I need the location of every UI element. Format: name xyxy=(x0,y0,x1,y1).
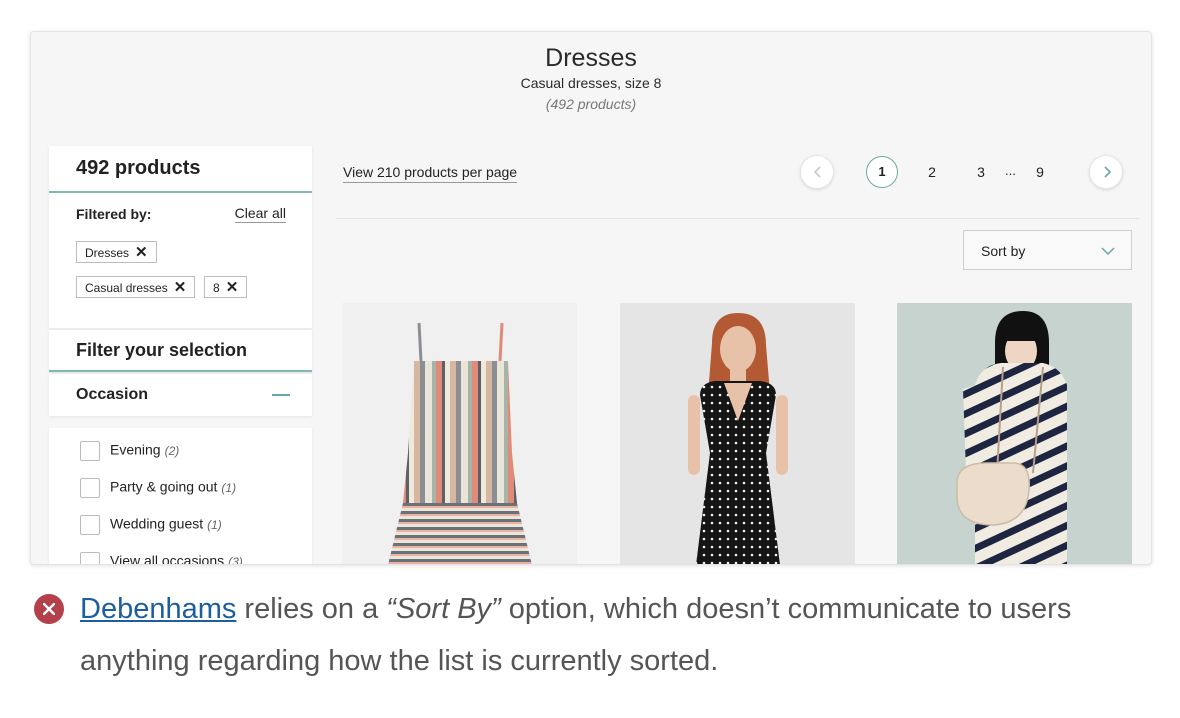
caption-text-1: relies on a xyxy=(236,593,387,625)
occasion-accordion-header[interactable]: Occasion xyxy=(49,374,312,416)
option-evening[interactable]: Evening (2) xyxy=(80,441,179,461)
page-1-current[interactable]: 1 xyxy=(866,156,898,188)
filtered-by-label: Filtered by: xyxy=(76,206,152,222)
product-card-1[interactable] xyxy=(342,303,577,564)
toolbar-divider xyxy=(336,218,1139,219)
filter-selection-title: Filter your selection xyxy=(76,340,248,360)
product-count-header: (492 products) xyxy=(545,96,637,112)
screenshot-frame: Dresses Casual dresses, size 8 (492 prod… xyxy=(30,31,1152,565)
page-3-link[interactable]: 3 xyxy=(971,164,991,180)
divider xyxy=(49,191,312,193)
striped-shirt-dress-image xyxy=(956,311,1067,564)
products-count: 492 products xyxy=(76,157,201,179)
caption: Debenhams relies on a “Sort By” option, … xyxy=(80,583,1140,687)
products-per-page-link[interactable]: View 210 products per page xyxy=(343,164,518,183)
checkbox[interactable] xyxy=(80,478,100,498)
occasion-title: Occasion xyxy=(76,386,149,403)
filter-chip-casual-dresses[interactable]: Casual dresses ✕ xyxy=(76,276,196,298)
checkbox[interactable] xyxy=(80,552,100,564)
chevron-down-icon xyxy=(1101,247,1115,256)
option-label: Wedding guest xyxy=(110,515,204,532)
page-title: Dresses xyxy=(545,44,637,72)
product-card-3[interactable] xyxy=(897,303,1132,564)
filter-chip-dresses[interactable]: Dresses ✕ xyxy=(76,241,157,263)
debenhams-link[interactable]: Debenhams xyxy=(80,593,236,625)
collapse-minus-icon[interactable] xyxy=(272,394,290,396)
caption-quote: “Sort By” xyxy=(386,593,501,625)
next-page-button[interactable] xyxy=(1089,155,1123,189)
close-icon[interactable]: ✕ xyxy=(135,244,148,261)
chevron-right-icon xyxy=(1104,166,1112,178)
clear-all-link[interactable]: Clear all xyxy=(234,205,286,223)
option-count: (2) xyxy=(164,443,180,458)
option-count: (1) xyxy=(221,480,237,495)
product-card-2[interactable] xyxy=(620,303,855,564)
filter-chip-size-8[interactable]: 8 ✕ xyxy=(204,276,248,298)
striped-dress-image xyxy=(388,322,532,564)
close-icon[interactable]: ✕ xyxy=(174,279,187,296)
chip-label: Dresses xyxy=(85,246,130,260)
filter-summary-card: 492 products Filtered by: Clear all Dres… xyxy=(49,146,312,328)
prev-page-button[interactable] xyxy=(800,155,834,189)
checkbox[interactable] xyxy=(80,441,100,461)
divider xyxy=(49,370,312,372)
option-party-going-out[interactable]: Party & going out (1) xyxy=(80,478,236,498)
checkbox[interactable] xyxy=(80,515,100,535)
page-subtitle: Casual dresses, size 8 xyxy=(520,75,662,91)
option-count: (1) xyxy=(207,517,222,532)
pagination-ellipsis: ... xyxy=(1005,163,1016,178)
option-label: Evening xyxy=(110,441,161,458)
chip-label: Casual dresses xyxy=(85,281,168,295)
error-x-icon xyxy=(34,594,64,624)
option-wedding-guest[interactable]: Wedding guest (1) xyxy=(80,515,222,535)
polka-dot-dress-image xyxy=(688,313,788,564)
option-count: (3) xyxy=(228,554,243,565)
page-2-link[interactable]: 2 xyxy=(922,164,942,180)
option-label: View all occasions xyxy=(110,552,225,565)
close-icon[interactable]: ✕ xyxy=(226,279,239,296)
option-label: Party & going out xyxy=(110,478,218,495)
sort-by-label: Sort by xyxy=(981,243,1026,259)
option-view-all-occasions[interactable]: View all occasions (3) xyxy=(80,552,243,565)
chevron-left-icon xyxy=(813,166,821,178)
page-9-link[interactable]: 9 xyxy=(1030,164,1050,180)
filter-selection-card: Filter your selection xyxy=(49,330,312,372)
chip-label: 8 xyxy=(213,281,220,295)
occasion-options: Evening (2) Party & going out (1) Wedding … xyxy=(49,428,312,565)
sort-by-dropdown[interactable]: Sort by xyxy=(963,230,1132,270)
